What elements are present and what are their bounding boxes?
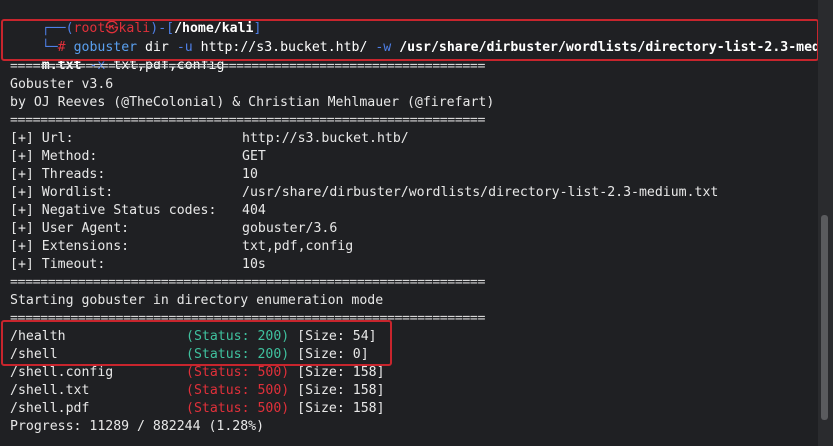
result-path: /shell.pdf bbox=[10, 401, 90, 416]
result-size: [Size: 158] bbox=[297, 365, 385, 380]
config-label: [+] Wordlist: bbox=[10, 185, 114, 200]
result-row: /shell.pdf (Status: 500) [Size: 158] bbox=[10, 400, 385, 418]
config-row: [+] Url: http://s3.bucket.htb/ bbox=[10, 130, 409, 148]
result-status: (Status: 500) bbox=[186, 401, 290, 416]
config-value: 10 bbox=[242, 167, 258, 182]
config-label: [+] Method: bbox=[10, 149, 98, 164]
config-row: [+] User Agent: gobuster/3.6 bbox=[10, 220, 337, 238]
config-label: [+] Negative Status codes: bbox=[10, 203, 217, 218]
config-value: /usr/share/dirbuster/wordlists/directory… bbox=[242, 185, 719, 200]
config-value: gobuster/3.6 bbox=[242, 221, 338, 236]
start-message: Starting gobuster in directory enumerati… bbox=[10, 293, 384, 308]
version-text: Gobuster v3.6 bbox=[10, 77, 114, 92]
result-size: [Size: 158] bbox=[297, 401, 385, 416]
config-label: [+] User Agent: bbox=[10, 221, 130, 236]
config-row: [+] Threads: 10 bbox=[10, 166, 258, 184]
config-row: [+] Wordlist: /usr/share/dirbuster/wordli… bbox=[10, 184, 718, 202]
authors-text: by OJ Reeves (@TheColonial) & Christian … bbox=[10, 95, 495, 110]
config-value: http://s3.bucket.htb/ bbox=[242, 131, 409, 146]
config-label: [+] Extensions: bbox=[10, 239, 130, 254]
result-status: (Status: 500) bbox=[186, 383, 290, 398]
result-status: (Status: 500) bbox=[186, 365, 290, 380]
separator-3: ========================================… bbox=[10, 275, 485, 290]
progress-text: Progress: 11289 / 882244 (1.28%) bbox=[10, 419, 265, 434]
config-value: GET bbox=[242, 149, 266, 164]
result-row: /shell.config (Status: 500) [Size: 158] bbox=[10, 364, 385, 382]
results-highlight-box bbox=[1, 320, 392, 366]
config-row: [+] Method: GET bbox=[10, 148, 266, 166]
result-row: /shell.txt (Status: 500) [Size: 158] bbox=[10, 382, 385, 400]
scrollbar-thumb[interactable] bbox=[821, 215, 828, 420]
config-value: 10s bbox=[242, 257, 266, 272]
config-row: [+] Timeout: 10s bbox=[10, 256, 266, 274]
scrollbar[interactable] bbox=[818, 0, 833, 446]
config-row: [+] Negative Status codes: 404 bbox=[10, 202, 266, 220]
result-path: /shell.config bbox=[10, 365, 114, 380]
terminal-window[interactable]: ┌──(root㉿kali)-[/home/kali] └─# gobuster… bbox=[0, 0, 833, 446]
command-highlight-box bbox=[1, 19, 819, 61]
config-value: 404 bbox=[242, 203, 266, 218]
separator-1: ========================================… bbox=[10, 59, 485, 74]
config-label: [+] Url: bbox=[10, 131, 74, 146]
separator-2: ========================================… bbox=[10, 113, 485, 128]
config-value: txt,pdf,config bbox=[242, 239, 354, 254]
config-label: [+] Timeout: bbox=[10, 257, 106, 272]
config-label: [+] Threads: bbox=[10, 167, 106, 182]
result-path: /shell.txt bbox=[10, 383, 90, 398]
prompt-line-1: ┌──(root㉿kali)-[/home/kali] bbox=[10, 2, 262, 36]
config-row: [+] Extensions: txt,pdf,config bbox=[10, 238, 353, 256]
result-size: [Size: 158] bbox=[297, 383, 385, 398]
